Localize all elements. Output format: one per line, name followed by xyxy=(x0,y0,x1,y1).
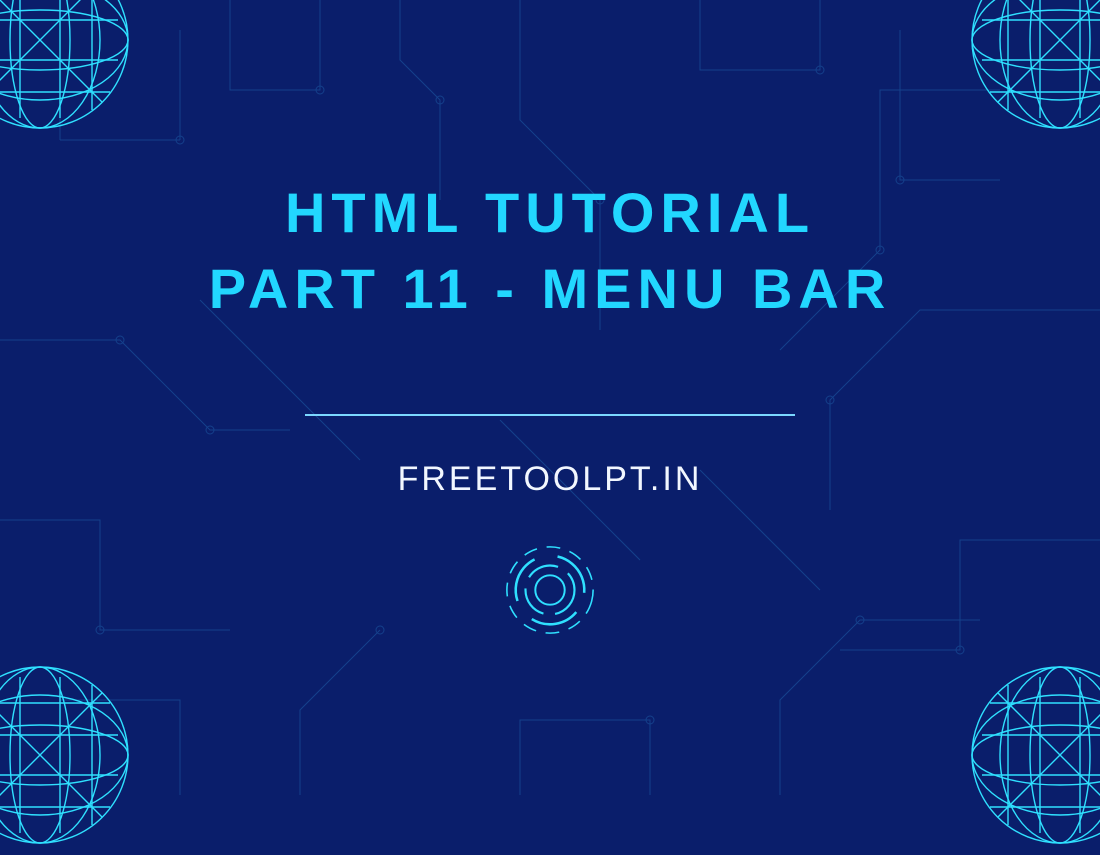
divider-line xyxy=(305,414,795,416)
content-column: HTML TUTORIAL PART 11 - MENU BAR FREETOO… xyxy=(0,175,1100,644)
wireframe-sphere-icon xyxy=(960,0,1100,140)
tech-ring-icon xyxy=(501,541,599,644)
wireframe-sphere-icon xyxy=(0,0,140,140)
site-name: FREETOOLPT.IN xyxy=(398,460,703,499)
wireframe-sphere-icon xyxy=(0,655,140,855)
page-title: HTML TUTORIAL PART 11 - MENU BAR xyxy=(209,175,892,326)
wireframe-sphere-icon xyxy=(960,655,1100,855)
